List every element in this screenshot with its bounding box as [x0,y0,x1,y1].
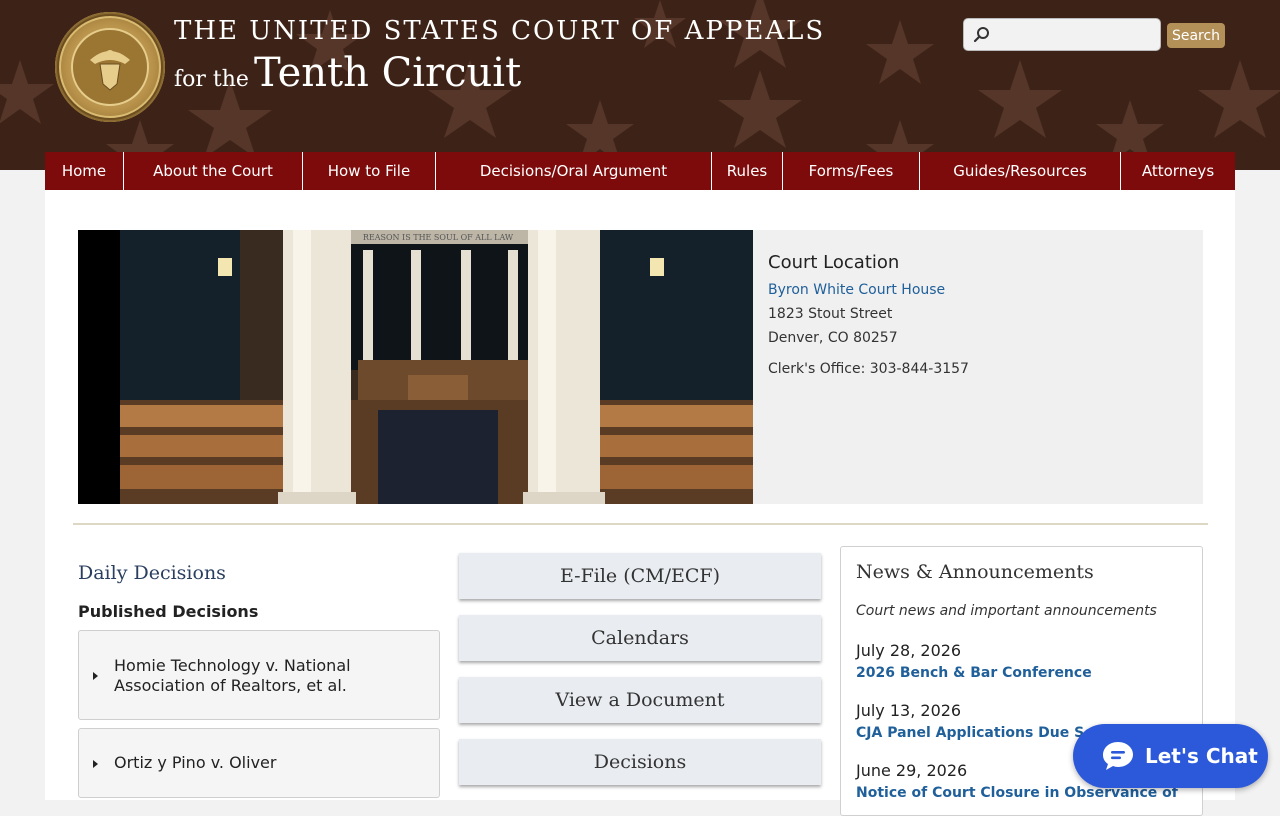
hero-inscription: REASON IS THE SOUL OF ALL LAW [363,233,514,242]
view-document-button[interactable]: View a Document [459,677,821,723]
efile-button[interactable]: E-File (CM/ECF) [459,553,821,599]
search-icon [973,27,989,43]
court-street-address: 1823 Stout Street [768,306,893,322]
nav-item-how-to-file[interactable]: How to File [303,152,436,190]
decision-item[interactable]: Ortiz y Pino v. Oliver [78,728,440,798]
nav-item-guides-resources[interactable]: Guides/Resources [920,152,1121,190]
news-date: July 28, 2026 [856,641,962,660]
clerk-phone: Clerk's Office: 303-844-3157 [768,361,969,377]
news-date: July 13, 2026 [856,701,962,720]
nav-item-about-the-court[interactable]: About the Court [124,152,303,190]
news-subheading: Court news and important announcements [856,603,1157,619]
court-location-heading: Court Location [768,252,900,273]
section-divider [73,523,1208,525]
chat-button[interactable]: Let's Chat [1073,724,1268,788]
daily-decisions-heading: Daily Decisions [78,562,226,584]
site-title-top[interactable]: THE UNITED STATES COURT OF APPEALS [174,16,825,46]
court-city-address: Denver, CO 80257 [768,330,898,346]
title-prefix: for the [174,67,249,92]
caret-right-icon [93,760,98,768]
courtroom-photo: REASON IS THE SOUL OF ALL LAW [78,230,753,504]
decision-title: Ortiz y Pino v. Oliver [114,753,277,772]
court-location-panel: Court Location Byron White Court House 1… [753,230,1203,504]
main-nav: Home About the Court How to File Decisio… [45,152,1235,190]
search-box[interactable] [963,18,1161,51]
chat-label: Let's Chat [1145,744,1258,768]
decision-title: Homie Technology v. National Association… [114,656,351,695]
decision-item[interactable]: Homie Technology v. National Association… [78,630,440,720]
decisions-button[interactable]: Decisions [459,739,821,785]
nav-item-forms-fees[interactable]: Forms/Fees [783,152,920,190]
site-title-bottom[interactable]: for the Tenth Circuit [174,50,521,96]
caret-right-icon [93,672,98,680]
news-heading: News & Announcements [856,561,1094,583]
published-decisions-heading: Published Decisions [78,602,259,621]
site-header: THE UNITED STATES COURT OF APPEALS for t… [0,0,1280,170]
search-button[interactable]: Search [1167,23,1225,48]
nav-item-rules[interactable]: Rules [712,152,783,190]
court-seal[interactable] [55,12,165,122]
search-input[interactable] [994,23,1158,49]
chat-bubble-icon [1103,742,1133,770]
news-link[interactable]: 2026 Bench & Bar Conference [856,665,1092,681]
nav-item-decisions-oral-argument[interactable]: Decisions/Oral Argument [436,152,712,190]
calendars-button[interactable]: Calendars [459,615,821,661]
court-house-link[interactable]: Byron White Court House [768,282,945,298]
news-date: June 29, 2026 [856,761,968,780]
nav-item-home[interactable]: Home [45,152,124,190]
nav-item-attorneys[interactable]: Attorneys [1121,152,1235,190]
title-main: Tenth Circuit [254,50,522,96]
